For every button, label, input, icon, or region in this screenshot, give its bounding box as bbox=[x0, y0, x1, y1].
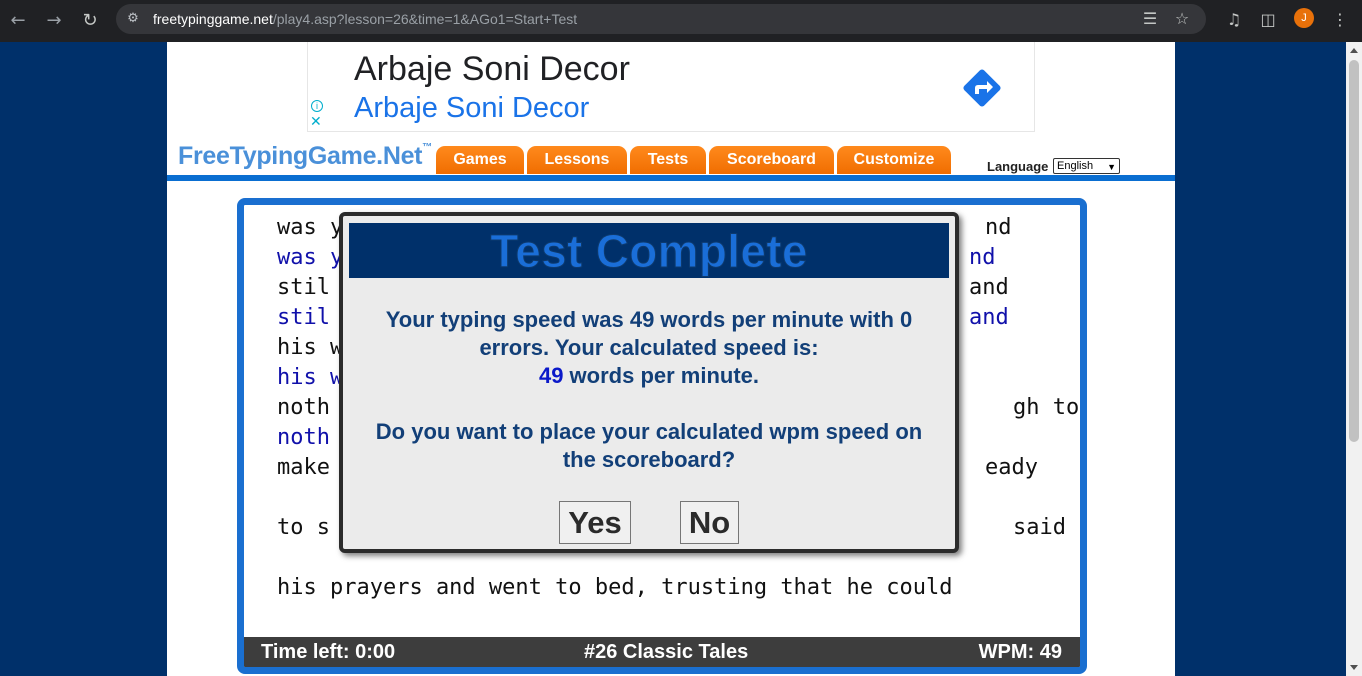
typing-line-tail: gh to bbox=[1013, 395, 1080, 420]
url-path: /play4.asp?lesson=26&time=1&AGo1=Start+T… bbox=[272, 11, 578, 27]
forward-arrow-icon[interactable]: → bbox=[42, 9, 66, 33]
result-line-1: Your typing speed was 49 words per minut… bbox=[385, 307, 913, 332]
ad-info-icon[interactable]: i bbox=[311, 100, 323, 112]
typing-line-tail: nd bbox=[985, 215, 1012, 240]
chevron-down-icon: ▼ bbox=[1107, 162, 1116, 172]
wpm-readout: WPM: 49 bbox=[978, 641, 1062, 663]
language-label: Language bbox=[987, 159, 1049, 174]
nav-tab-games[interactable]: Games bbox=[436, 146, 524, 174]
result-line-2: errors. Your calculated speed is: bbox=[479, 335, 819, 360]
bookmark-star-icon[interactable]: ☆ bbox=[1172, 9, 1192, 29]
translate-icon[interactable]: ☰ bbox=[1140, 9, 1160, 29]
nav-tab-scoreboard[interactable]: Scoreboard bbox=[709, 146, 834, 174]
site-logo[interactable]: FreeTypingGame.Net™ bbox=[178, 142, 432, 171]
logo-text: FreeTypingGame.Net bbox=[178, 142, 423, 170]
ad-headline[interactable]: Arbaje Soni Decor bbox=[354, 50, 630, 89]
typing-line-text: his w bbox=[277, 365, 344, 390]
profile-avatar[interactable]: J bbox=[1294, 8, 1314, 28]
url-text[interactable]: freetypinggame.net/play4.asp?lesson=26&t… bbox=[153, 11, 577, 27]
typing-line-text: make bbox=[277, 455, 330, 480]
media-queue-icon[interactable]: ♫ bbox=[1222, 8, 1246, 32]
typing-line-tail: and bbox=[969, 305, 1009, 330]
typing-line-text: noth bbox=[277, 425, 330, 450]
browser-toolbar: ← → ↻ ⚙ freetypinggame.net/play4.asp?les… bbox=[0, 0, 1362, 42]
side-panel-icon[interactable]: ◫ bbox=[1256, 8, 1280, 32]
reload-icon[interactable]: ↻ bbox=[78, 9, 102, 33]
directions-arrow-icon[interactable] bbox=[958, 64, 1006, 112]
typing-line-text: was y bbox=[277, 245, 344, 270]
logo-trademark: ™ bbox=[422, 142, 432, 153]
speed-suffix: words per minute. bbox=[563, 363, 760, 388]
dialog-titlebar: Test Complete bbox=[349, 223, 949, 278]
nav-tab-customize[interactable]: Customize bbox=[837, 146, 951, 174]
result-message: Your typing speed was 49 words per minut… bbox=[349, 306, 949, 390]
nav-tab-lessons[interactable]: Lessons bbox=[527, 146, 627, 174]
dialog-title: Test Complete bbox=[490, 225, 808, 278]
typing-line: his prayers and went to bed, trusting th… bbox=[277, 573, 953, 603]
typing-line-text: was y bbox=[277, 215, 344, 240]
ad-banner[interactable]: Arbaje Soni Decor Arbaje Soni Decor i ✕ bbox=[307, 42, 1035, 132]
typing-line-tail: eady bbox=[985, 455, 1038, 480]
typing-line-text: stil bbox=[277, 305, 330, 330]
scrollbar-thumb[interactable] bbox=[1349, 60, 1359, 442]
ad-subline[interactable]: Arbaje Soni Decor bbox=[354, 92, 589, 125]
language-value: English bbox=[1057, 160, 1094, 172]
test-complete-dialog: Test Complete Your typing speed was 49 w… bbox=[339, 212, 959, 553]
question-line-1: Do you want to place your calculated wpm… bbox=[375, 419, 923, 444]
page-scrollbar[interactable] bbox=[1346, 42, 1362, 676]
site-settings-icon[interactable]: ⚙ bbox=[124, 10, 142, 28]
yes-button[interactable]: Yes bbox=[559, 501, 631, 544]
calculated-speed: 49 bbox=[538, 363, 564, 388]
back-arrow-icon[interactable]: ← bbox=[6, 9, 30, 33]
menu-kebab-icon[interactable]: ⋮ bbox=[1328, 8, 1352, 32]
scroll-down-arrow-icon[interactable] bbox=[1350, 665, 1358, 670]
lesson-name: #26 Classic Tales bbox=[584, 641, 749, 663]
typing-line-text: his w bbox=[277, 335, 344, 360]
header-divider bbox=[167, 175, 1175, 181]
typing-line-tail: and bbox=[969, 275, 1009, 300]
ad-close-icon[interactable]: ✕ bbox=[310, 114, 322, 130]
typing-line-tail: nd bbox=[969, 245, 996, 270]
nav-tab-tests[interactable]: Tests bbox=[630, 146, 706, 174]
typing-line-text: to s bbox=[277, 515, 330, 540]
result-line-3: 49 words per minute. bbox=[349, 362, 949, 390]
status-bar: Time left: 0:00 #26 Classic Tales WPM: 4… bbox=[244, 637, 1080, 667]
no-button[interactable]: No bbox=[680, 501, 739, 544]
typing-line-tail: said bbox=[1013, 515, 1066, 540]
scroll-up-arrow-icon[interactable] bbox=[1350, 48, 1358, 53]
question-line-2: the scoreboard? bbox=[562, 447, 736, 472]
scoreboard-question: Do you want to place your calculated wpm… bbox=[349, 418, 949, 474]
address-bar[interactable]: ⚙ freetypinggame.net/play4.asp?lesson=26… bbox=[116, 4, 1206, 34]
time-left: Time left: 0:00 bbox=[261, 641, 396, 663]
typing-line-text: noth bbox=[277, 395, 330, 420]
typing-line-text: his prayers and went to bed, trusting th… bbox=[277, 575, 953, 600]
typing-line-text: stil bbox=[277, 275, 330, 300]
url-host: freetypinggame.net bbox=[153, 11, 273, 27]
language-select[interactable]: English ▼ bbox=[1053, 158, 1120, 174]
